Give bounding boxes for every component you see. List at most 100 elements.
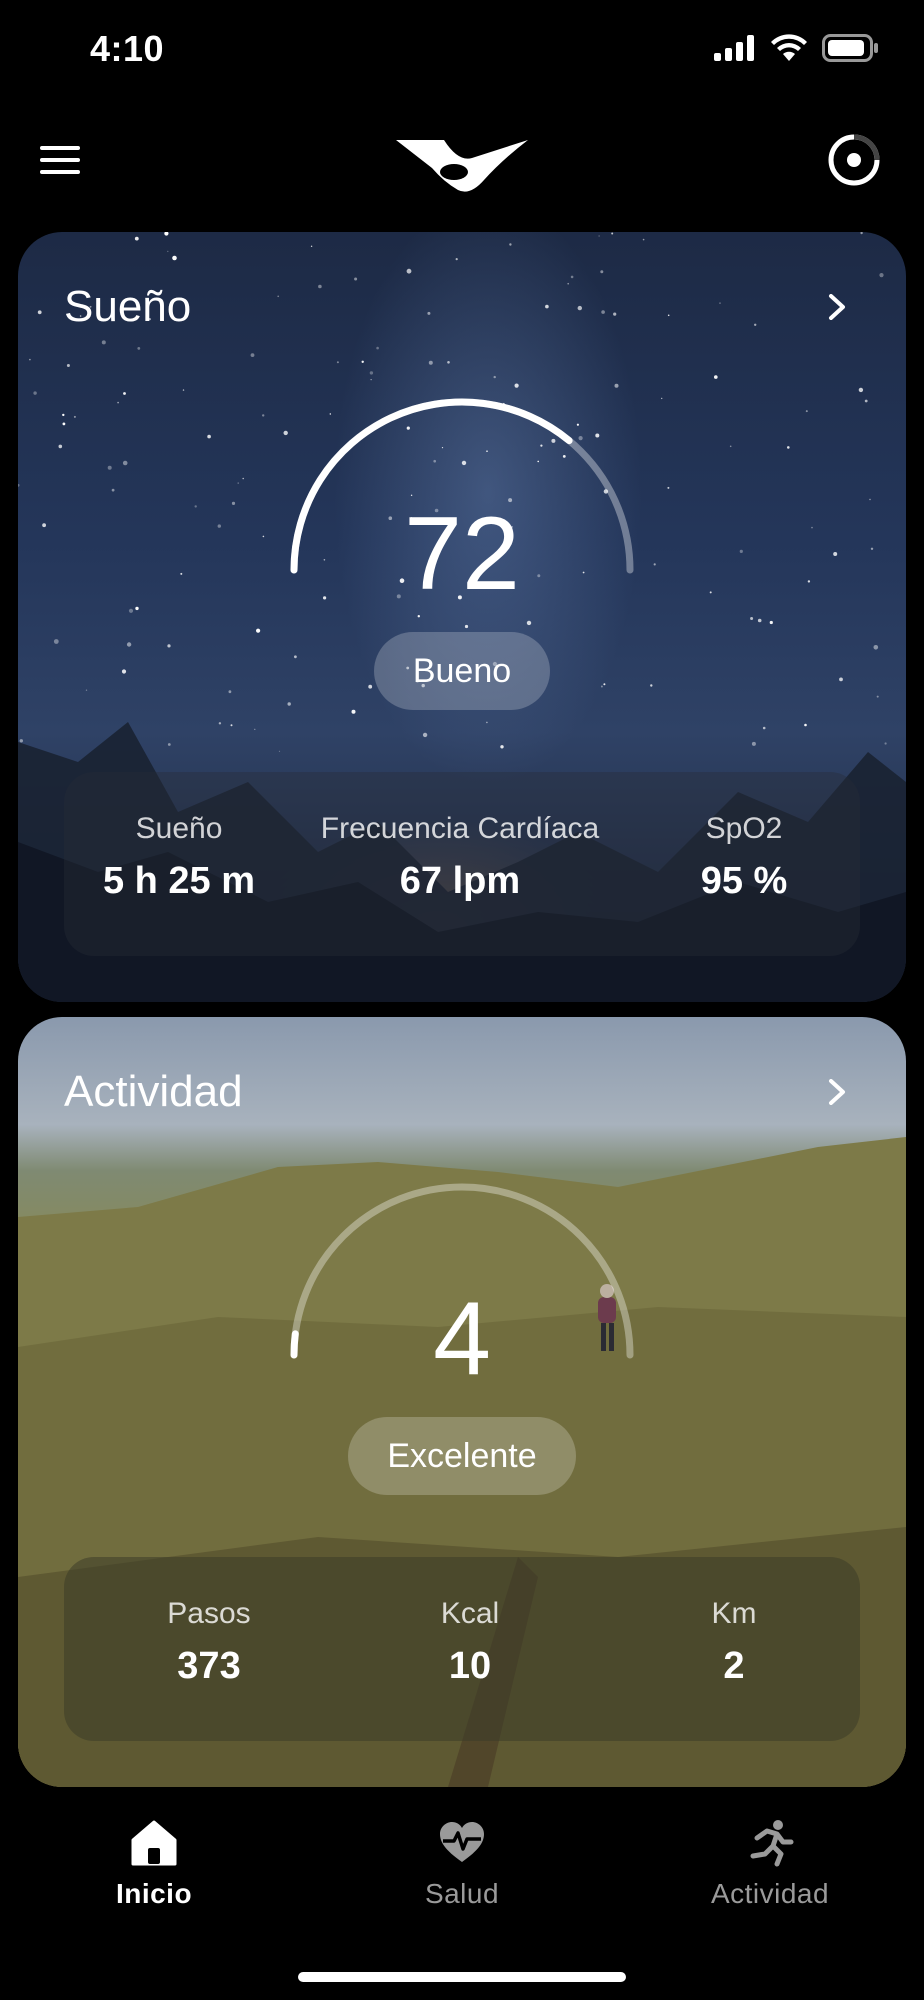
- star: [729, 445, 732, 448]
- star: [464, 624, 469, 629]
- star: [509, 243, 512, 246]
- star: [361, 360, 364, 363]
- star: [661, 397, 663, 400]
- star: [228, 690, 232, 694]
- star: [256, 628, 261, 633]
- star: [886, 233, 889, 236]
- stat-label: SpO2: [705, 812, 783, 845]
- star: [642, 238, 645, 241]
- star: [33, 391, 37, 395]
- nav-item-actividad[interactable]: Actividad: [670, 1818, 870, 1910]
- star: [757, 618, 762, 623]
- star: [242, 477, 244, 480]
- star: [750, 617, 754, 620]
- star: [336, 361, 339, 364]
- stat-value: 5 h 25 m: [102, 860, 256, 902]
- sleep-card-title: Sueño: [64, 282, 192, 331]
- activity-stat-km: Km 2: [634, 1597, 834, 1688]
- star: [167, 250, 169, 253]
- star: [182, 389, 185, 391]
- star: [667, 486, 670, 489]
- activity-card[interactable]: Actividad 4 Excelente Pasos 373 Kcal 10 …: [18, 1017, 906, 1787]
- star: [277, 295, 280, 298]
- star: [650, 684, 653, 687]
- star: [839, 677, 843, 682]
- heart-pulse-icon: [440, 1822, 484, 1862]
- star: [66, 364, 70, 367]
- stat-value: 95 %: [700, 860, 788, 902]
- sleep-card[interactable]: Sueño 72 Bueno Sueño 5 h 25 m Frecuencia…: [18, 232, 906, 1002]
- star: [879, 273, 884, 278]
- stat-value: 10: [448, 1645, 492, 1687]
- nav-item-salud[interactable]: Salud: [362, 1818, 562, 1910]
- star: [128, 608, 134, 613]
- status-icons: [714, 34, 880, 62]
- activity-stat-steps: Pasos 373: [104, 1597, 314, 1688]
- star: [376, 346, 379, 350]
- star: [406, 268, 412, 274]
- star: [121, 669, 127, 674]
- star: [611, 232, 614, 235]
- star: [455, 258, 458, 261]
- star: [117, 401, 119, 404]
- sleep-rating-badge: Bueno: [374, 632, 550, 710]
- star: [126, 642, 132, 647]
- battery-icon: [822, 34, 878, 62]
- star: [417, 615, 420, 618]
- star: [869, 498, 871, 501]
- star: [428, 360, 433, 365]
- star: [493, 375, 496, 379]
- star: [876, 695, 879, 698]
- star: [858, 387, 864, 393]
- star: [600, 685, 603, 688]
- star: [787, 446, 790, 449]
- sleep-stat-spo2: SpO2 95 %: [644, 812, 844, 903]
- star: [370, 379, 372, 381]
- activity-stats-panel: Pasos 373 Kcal 10 Km 2: [64, 1557, 860, 1741]
- home-icon: [131, 1820, 177, 1866]
- star: [667, 314, 670, 317]
- star: [603, 683, 606, 686]
- star: [600, 270, 604, 274]
- star: [427, 311, 431, 315]
- star: [111, 488, 115, 492]
- star: [719, 302, 721, 304]
- star: [73, 415, 76, 418]
- chevron-right-icon[interactable]: [824, 1079, 850, 1105]
- home-indicator: [298, 1972, 626, 1982]
- sync-ring-icon[interactable]: [826, 132, 882, 188]
- hamburger-menu-icon[interactable]: [40, 138, 84, 182]
- star: [864, 399, 868, 403]
- signal-icon: [714, 35, 754, 61]
- activity-card-title: Actividad: [64, 1067, 243, 1116]
- star: [570, 275, 574, 279]
- stat-label: Km: [711, 1597, 757, 1630]
- star: [514, 383, 519, 388]
- sleep-score-value: 72: [404, 496, 520, 612]
- star: [101, 340, 106, 345]
- star: [598, 235, 600, 237]
- nav-item-inicio[interactable]: Inicio: [54, 1818, 254, 1910]
- nav-label: Actividad: [710, 1878, 830, 1909]
- star: [614, 383, 619, 388]
- chevron-right-icon[interactable]: [824, 294, 850, 320]
- sleep-stats-panel: Sueño 5 h 25 m Frecuencia Cardíaca 67 lp…: [64, 772, 860, 956]
- brand-logo: [396, 140, 528, 192]
- stat-label: Frecuencia Cardíaca: [320, 812, 600, 845]
- stat-label: Pasos: [167, 1597, 251, 1630]
- star: [294, 655, 297, 659]
- status-bar: 4:10: [0, 0, 924, 100]
- nav-label: Inicio: [115, 1878, 193, 1909]
- star: [85, 689, 88, 691]
- star: [714, 375, 718, 379]
- nav-label: Salud: [424, 1878, 500, 1909]
- star: [318, 284, 322, 289]
- top-bar: [0, 110, 924, 210]
- wifi-icon: [771, 34, 807, 61]
- stat-label: Sueño: [135, 812, 223, 845]
- star: [62, 422, 66, 426]
- star: [37, 310, 42, 315]
- activity-stat-kcal: Kcal 10: [370, 1597, 570, 1688]
- star: [53, 639, 59, 644]
- star: [207, 434, 211, 439]
